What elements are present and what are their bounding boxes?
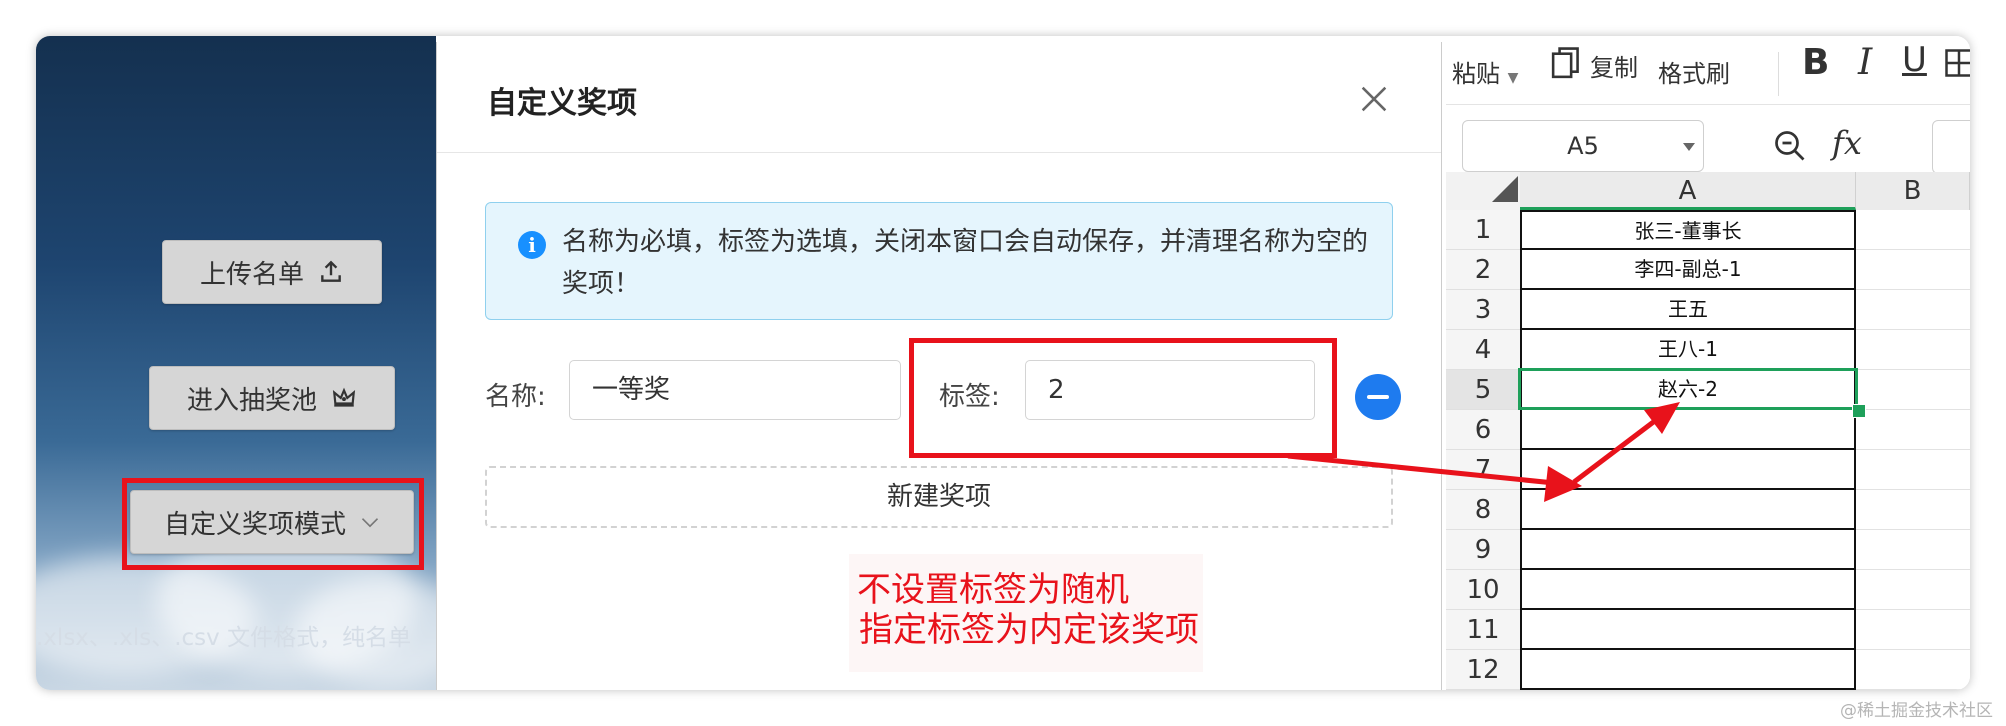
table-cell[interactable] bbox=[1520, 410, 1856, 450]
column-header-b[interactable]: B bbox=[1856, 172, 1970, 210]
file-format-hint: .xlsx、.xls、.csv 文件格式，纯名单 bbox=[36, 625, 412, 651]
note-line-designated: 指定标签为内定该奖项 bbox=[859, 610, 1199, 650]
watermark: @稀土掘金技术社区 bbox=[1840, 701, 1993, 721]
row-header[interactable]: 8 bbox=[1446, 490, 1520, 530]
enter-pool-button[interactable]: 进入抽奖池 bbox=[149, 366, 395, 430]
upload-list-button[interactable]: 上传名单 bbox=[162, 240, 382, 304]
border-icon[interactable] bbox=[1944, 48, 1970, 78]
note-line-random: 不设置标签为随机 bbox=[857, 570, 1129, 610]
crown-icon bbox=[332, 387, 356, 407]
format-painter-button[interactable]: 格式刷 bbox=[1658, 54, 1730, 89]
table-cell[interactable] bbox=[1520, 570, 1856, 610]
table-cell[interactable] bbox=[1856, 650, 1970, 690]
italic-icon[interactable]: I bbox=[1858, 42, 1872, 83]
row-header[interactable]: 7 bbox=[1446, 450, 1520, 490]
table-cell[interactable] bbox=[1856, 570, 1970, 610]
row-header[interactable]: 3 bbox=[1446, 290, 1520, 330]
paste-button[interactable]: 粘贴 ▼ bbox=[1452, 54, 1518, 89]
new-award-button[interactable]: 新建奖项 bbox=[485, 466, 1393, 528]
table-cell[interactable] bbox=[1856, 210, 1970, 250]
info-alert-text: 名称为必填，标签为选填，关闭本窗口会自动保存，并清理名称为空的奖项！ bbox=[562, 227, 1369, 299]
table-cell[interactable] bbox=[1520, 530, 1856, 570]
table-cell[interactable] bbox=[1856, 290, 1970, 330]
info-alert: i 名称为必填，标签为选填，关闭本窗口会自动保存，并清理名称为空的奖项！ bbox=[485, 202, 1393, 320]
paste-label: 粘贴 bbox=[1452, 60, 1500, 88]
table-cell[interactable]: 王五 bbox=[1520, 290, 1856, 330]
copy-label[interactable]: 复制 bbox=[1590, 48, 1638, 83]
copy-icon[interactable] bbox=[1550, 46, 1582, 82]
table-cell[interactable] bbox=[1856, 370, 1970, 410]
bold-icon[interactable]: B bbox=[1802, 42, 1829, 83]
table-cell[interactable]: 李四-副总-1 bbox=[1520, 250, 1856, 290]
close-icon[interactable] bbox=[1357, 82, 1391, 116]
dialog-title: 自定义奖项 bbox=[487, 86, 637, 121]
row-header[interactable]: 2 bbox=[1446, 250, 1520, 290]
remove-award-button[interactable] bbox=[1355, 374, 1401, 420]
table-cell[interactable] bbox=[1856, 490, 1970, 530]
annotation-box-mode bbox=[122, 478, 424, 570]
table-cell[interactable]: 张三-董事长 bbox=[1520, 210, 1856, 250]
row-header[interactable]: 6 bbox=[1446, 410, 1520, 450]
caret-down-icon bbox=[1683, 143, 1695, 151]
award-name-input[interactable]: 一等奖 bbox=[569, 360, 901, 420]
row-header[interactable]: 10 bbox=[1446, 570, 1520, 610]
table-cell[interactable] bbox=[1520, 490, 1856, 530]
ribbon-divider bbox=[1446, 104, 1970, 105]
table-cell[interactable] bbox=[1520, 610, 1856, 650]
column-header-a[interactable]: A bbox=[1520, 172, 1856, 210]
row-header[interactable]: 1 bbox=[1446, 210, 1520, 250]
underline-icon[interactable]: U bbox=[1902, 40, 1927, 80]
enter-pool-label: 进入抽奖池 bbox=[186, 385, 317, 416]
info-icon: i bbox=[518, 231, 546, 259]
active-cell-border bbox=[1518, 368, 1858, 410]
lottery-app-background: 上传名单 进入抽奖池 自定义奖项模式 .xlsx、.xls、.csv 文件格式，… bbox=[36, 36, 476, 690]
table-cell[interactable] bbox=[1520, 450, 1856, 490]
row-header[interactable]: 4 bbox=[1446, 330, 1520, 370]
row-header[interactable]: 9 bbox=[1446, 530, 1520, 570]
upload-icon bbox=[321, 260, 341, 282]
table-cell[interactable] bbox=[1856, 450, 1970, 490]
table-cell[interactable] bbox=[1856, 250, 1970, 290]
select-all-icon bbox=[1492, 176, 1518, 202]
row-header[interactable]: 11 bbox=[1446, 610, 1520, 650]
row-header[interactable]: 5 bbox=[1446, 370, 1520, 410]
table-cell[interactable]: 王八-1 bbox=[1520, 330, 1856, 370]
annotation-note: 不设置标签为随机 指定标签为内定该奖项 bbox=[849, 554, 1203, 672]
dialog-divider bbox=[437, 152, 1441, 153]
screenshot-frame: 上传名单 进入抽奖池 自定义奖项模式 .xlsx、.xls、.csv 文件格式，… bbox=[36, 36, 1970, 690]
zoom-icon[interactable] bbox=[1772, 128, 1808, 164]
table-cell[interactable] bbox=[1856, 410, 1970, 450]
name-box-value: A5 bbox=[1567, 132, 1599, 160]
ribbon-separator bbox=[1778, 52, 1779, 96]
spreadsheet-window: 粘贴 ▼ 复制 格式刷 B I U A5 fx A B 1 张三-董事长 2 李… bbox=[1446, 36, 1970, 690]
table-cell[interactable] bbox=[1856, 530, 1970, 570]
formula-input[interactable] bbox=[1932, 120, 1970, 174]
table-cell[interactable] bbox=[1856, 330, 1970, 370]
custom-award-dialog: 自定义奖项 i 名称为必填，标签为选填，关闭本窗口会自动保存，并清理名称为空的奖… bbox=[436, 42, 1442, 690]
name-box[interactable]: A5 bbox=[1462, 120, 1704, 172]
fx-icon[interactable]: fx bbox=[1832, 124, 1862, 162]
annotation-box-tag bbox=[909, 338, 1337, 458]
table-cell[interactable] bbox=[1520, 650, 1856, 690]
upload-list-label: 上传名单 bbox=[199, 259, 304, 290]
caret-down-icon: ▼ bbox=[1507, 70, 1519, 86]
fill-handle[interactable] bbox=[1852, 404, 1866, 418]
row-header[interactable]: 12 bbox=[1446, 650, 1520, 690]
table-cell[interactable] bbox=[1856, 610, 1970, 650]
name-label: 名称: bbox=[485, 382, 546, 412]
